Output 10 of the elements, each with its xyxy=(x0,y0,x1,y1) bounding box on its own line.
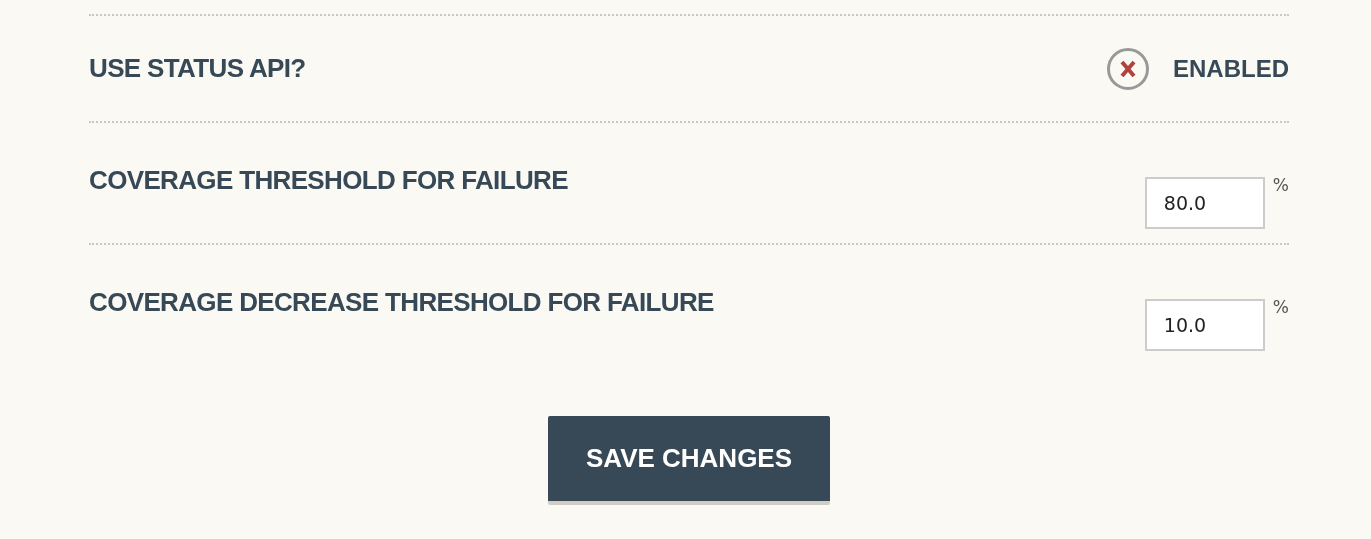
toggle-label: ENABLED xyxy=(1173,53,1289,84)
number-field[interactable]: 10.0 xyxy=(1144,299,1265,351)
x-icon[interactable] xyxy=(1107,47,1149,90)
unit-label: % xyxy=(1272,174,1289,197)
number-field[interactable]: 80.0 xyxy=(1144,177,1265,229)
save-button[interactable]: SAVE CHANGES xyxy=(548,416,830,505)
unit-label: % xyxy=(1272,296,1289,319)
setting-label: COVERAGE THRESHOLD FOR FAILURE xyxy=(89,164,568,197)
setting-label: USE STATUS API? xyxy=(89,52,306,85)
setting-label: COVERAGE DECREASE THRESHOLD FOR FAILURE xyxy=(89,286,714,319)
